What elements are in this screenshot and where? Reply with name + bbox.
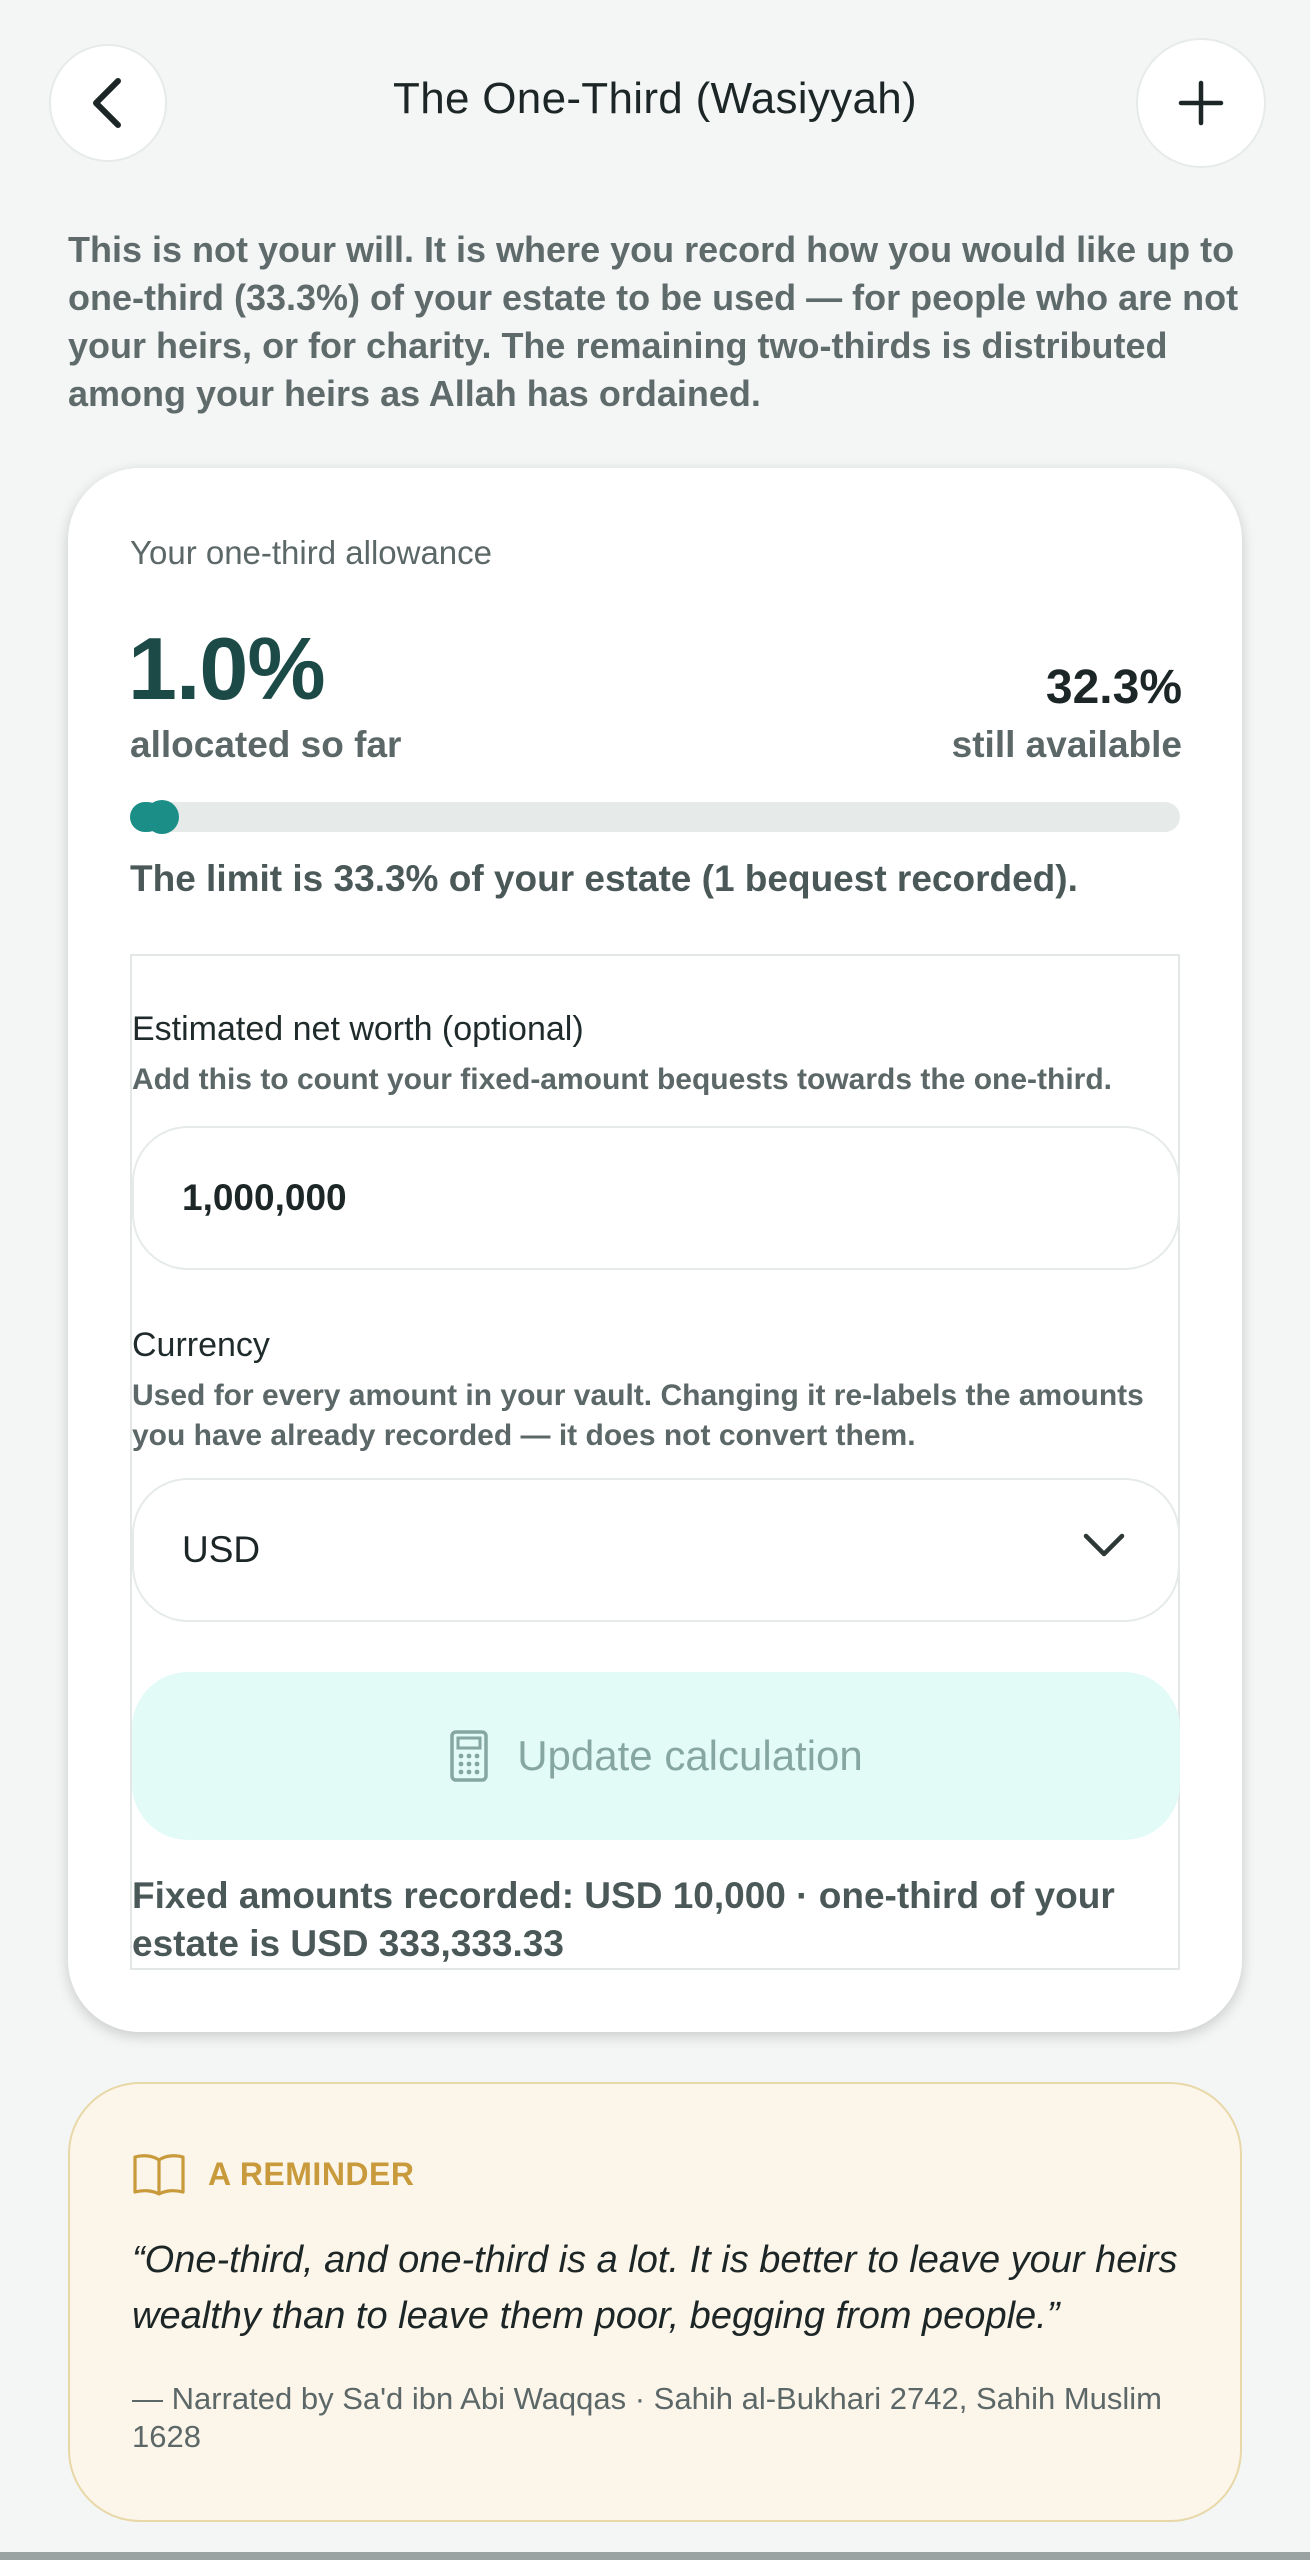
limit-text: The limit is 33.3% of your estate (1 beq… — [130, 858, 1078, 899]
reminder-title: A REMINDER — [208, 2155, 415, 2192]
allowance-progress-bar — [130, 800, 1180, 834]
page-title: The One-Third (Wasiyyah) — [393, 74, 917, 123]
currency-select[interactable]: USD — [132, 1478, 1180, 1622]
currency-selected-value: USD — [182, 1529, 261, 1570]
net-worth-label: Estimated net worth (optional) — [132, 1010, 584, 1048]
header: The One-Third (Wasiyyah) — [0, 0, 1310, 210]
net-worth-value: 1,000,000 — [182, 1177, 347, 1218]
currency-help: Used for every amount in your vault. Cha… — [132, 1379, 1144, 1452]
currency-label: Currency — [132, 1326, 270, 1364]
update-calculation-button[interactable]: Update calculation — [132, 1672, 1180, 1840]
calculator-icon — [450, 1730, 488, 1782]
available-label: still available — [951, 724, 1182, 765]
page: The One-Third (Wasiyyah) This is not you… — [0, 0, 1310, 2560]
allocated-percentage: 1.0% — [128, 619, 326, 718]
chevron-down-icon — [1083, 1533, 1125, 1557]
reminder-header: A REMINDER — [132, 2152, 414, 2196]
add-bequest-button[interactable] — [1136, 38, 1266, 168]
bottom-edge — [0, 2552, 1310, 2560]
estate-settings-panel: Estimated net worth (optional) Add this … — [130, 954, 1180, 1970]
intro-text: This is not your will. It is where you r… — [68, 229, 1239, 414]
available-percentage: 32.3% — [1045, 661, 1182, 714]
plus-icon — [1178, 80, 1224, 126]
allocated-label: allocated so far — [130, 724, 402, 765]
progress-marker — [144, 800, 179, 834]
update-calculation-label: Update calculation — [517, 1732, 863, 1779]
book-open-icon — [133, 2154, 185, 2196]
fixed-amounts-summary: Fixed amounts recorded: USD 10,000 · one… — [132, 1875, 1115, 1964]
allowance-card: Your one-third allowance 1.0% allocated … — [68, 468, 1242, 2032]
reminder-card: A REMINDER “One-third, and one-third is … — [68, 2082, 1242, 2522]
hadith-quote: “One-third, and one-third is a lot. It i… — [132, 2239, 1178, 2337]
allowance-label: Your one-third allowance — [130, 534, 493, 571]
net-worth-help: Add this to count your fixed-amount bequ… — [132, 1063, 1113, 1096]
net-worth-input[interactable]: 1,000,000 — [132, 1126, 1180, 1270]
hadith-citation: — Narrated by Sa'd ibn Abi Waqqas · Sahi… — [132, 2381, 1163, 2454]
